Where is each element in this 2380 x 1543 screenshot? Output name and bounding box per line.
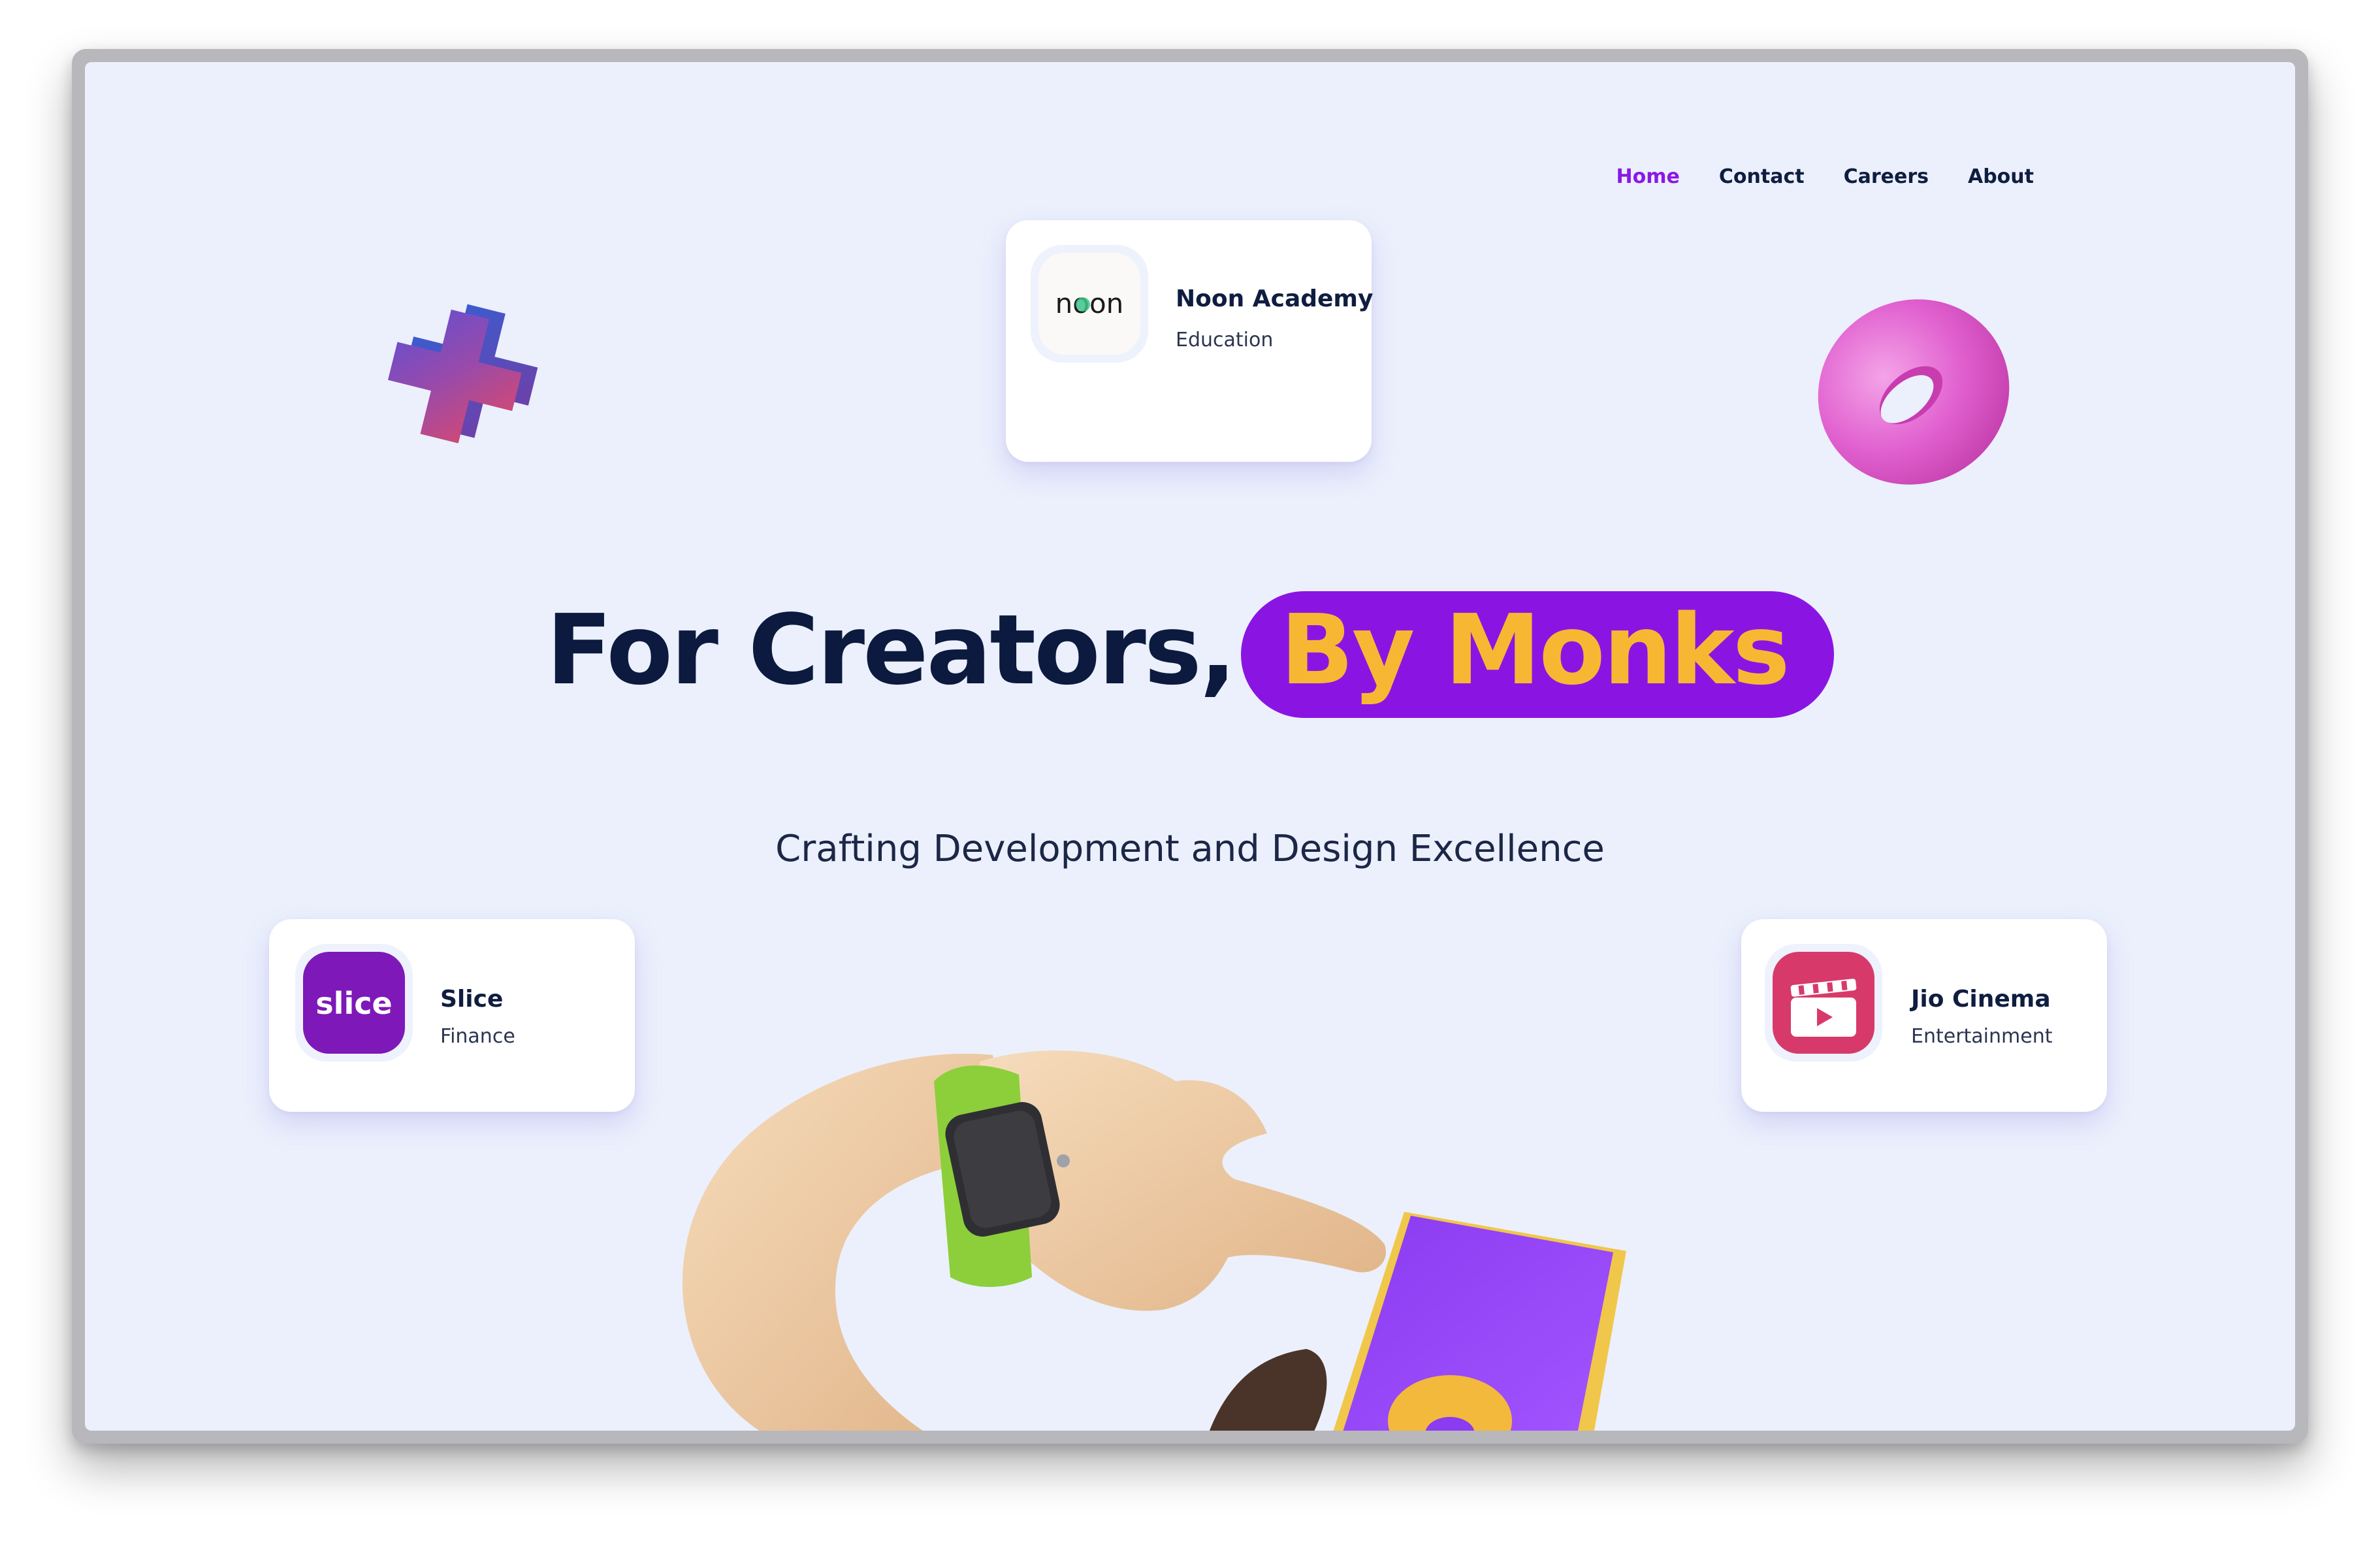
noon-logo: noon [1031, 245, 1148, 363]
nav-contact[interactable]: Contact [1719, 165, 1805, 188]
jio-logo [1765, 944, 1882, 1062]
window-frame: Home Contact Careers About Noon Academy … [72, 49, 2308, 1444]
plus-3d-icon [387, 304, 538, 444]
hero-tagline: Crafting Development and Design Excellen… [775, 828, 1605, 870]
jio-card-title: Jio Cinema [1911, 986, 2051, 1013]
top-nav: Home Contact Careers About [1577, 165, 2034, 188]
hand-with-smartwatch-and-phone-illustration [683, 1050, 1626, 1431]
nav-careers[interactable]: Careers [1844, 165, 1929, 188]
hero-title-highlight: By Monks [1241, 591, 1834, 718]
slice-logo: slice [295, 944, 413, 1062]
noon-card-title: Noon Academy [1176, 285, 1374, 312]
slice-card-title: Slice [440, 986, 504, 1013]
page-viewport: Home Contact Careers About Noon Academy … [85, 62, 2295, 1431]
hero-title-part1: For Creators, [546, 594, 1236, 706]
client-card-noon[interactable]: noon Noon Academy Education [1006, 220, 1374, 462]
nav-home[interactable]: Home [1616, 165, 1680, 188]
noon-logo-mark: noon [1055, 287, 1124, 319]
slice-logo-text: slice [315, 986, 392, 1021]
noon-card-category: Education [1176, 329, 1274, 351]
slice-card-category: Finance [440, 1025, 515, 1048]
nav-about[interactable]: About [1968, 165, 2034, 188]
slice-logo-mark: slice [315, 986, 392, 1021]
torus-3d-icon [1818, 299, 2010, 485]
clapperboard-play-icon [1790, 979, 1857, 1037]
hero-title: For Creators, By Monks [85, 591, 2295, 718]
client-card-jio[interactable]: Jio Cinema Entertainment [1741, 919, 2107, 1112]
jio-card-category: Entertainment [1911, 1025, 2053, 1048]
